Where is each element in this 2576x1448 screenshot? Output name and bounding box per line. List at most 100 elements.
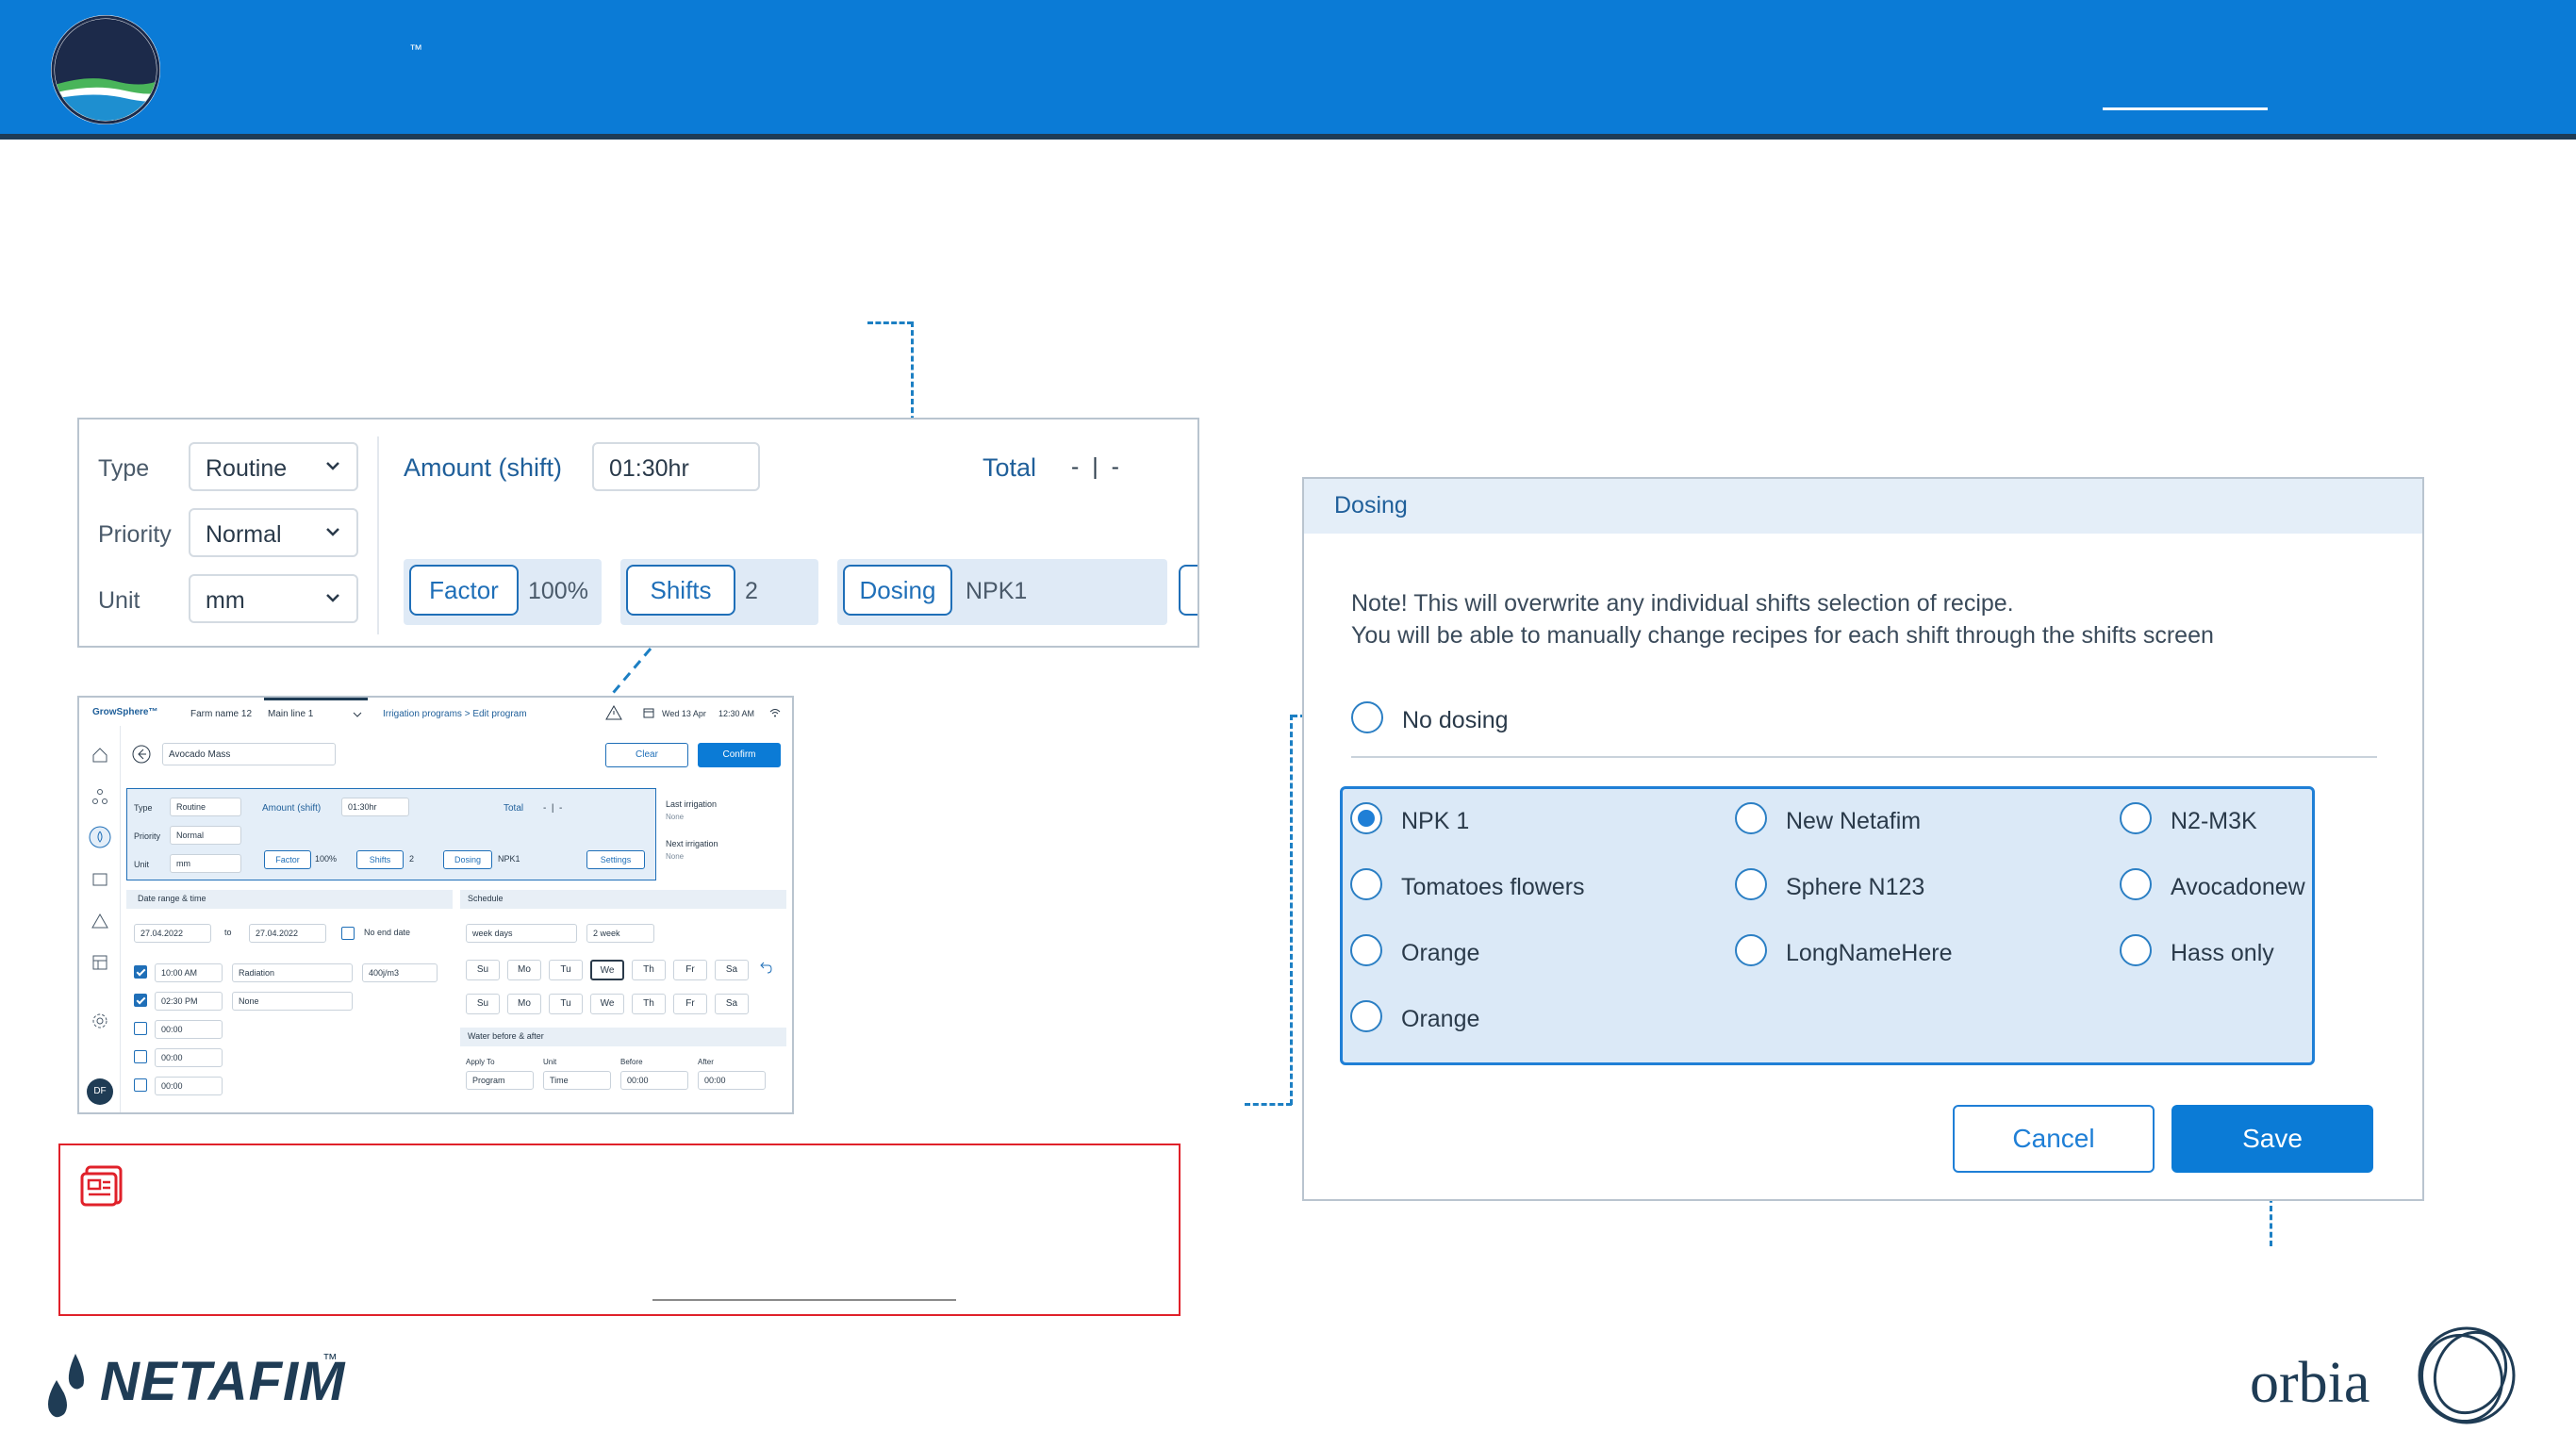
recipe-radio[interactable] (1735, 868, 1767, 900)
recipe-option[interactable]: Orange (1350, 934, 1690, 972)
recipe-option[interactable]: N2-M3K (2120, 802, 2308, 840)
shifts-button[interactable]: Shifts (626, 565, 735, 616)
back-arrow-icon[interactable] (132, 745, 151, 764)
time-checkbox[interactable] (134, 965, 147, 979)
day-toggle[interactable]: Fr (673, 960, 707, 980)
day-toggle[interactable]: Fr (673, 994, 707, 1014)
recipe-option[interactable]: NPK 1 (1350, 802, 1690, 840)
day-toggle[interactable]: Mo (507, 960, 541, 980)
start-date-select[interactable]: 27.04.2022 (134, 924, 211, 943)
unit-select[interactable]: mm (170, 854, 241, 873)
recipe-option[interactable]: Hass only (2120, 934, 2308, 972)
no-dosing-option[interactable]: No dosing (1351, 701, 1634, 739)
day-toggle[interactable]: We (590, 994, 624, 1014)
warning-icon[interactable] (605, 705, 622, 720)
time-input[interactable]: 02:30 PM (155, 992, 223, 1011)
schedule-type-select[interactable]: week days (466, 924, 577, 943)
factor-button[interactable]: Factor (409, 565, 519, 616)
water-unit-label: Unit (543, 1058, 557, 1066)
day-toggle[interactable]: Su (466, 960, 500, 980)
recipe-radio[interactable] (2120, 868, 2152, 900)
recipe-radio[interactable] (1350, 934, 1382, 966)
dosing-button[interactable]: Dosing (843, 565, 952, 616)
day-toggle[interactable]: Tu (549, 994, 583, 1014)
breadcrumb[interactable]: Irrigation programs > Edit program (383, 709, 527, 719)
clear-button[interactable]: Clear (605, 743, 688, 767)
day-toggle[interactable]: Th (632, 960, 666, 980)
cancel-button[interactable]: Cancel (1953, 1105, 2155, 1173)
no-end-date-checkbox[interactable] (341, 927, 355, 940)
time-checkbox[interactable] (134, 1022, 147, 1035)
network-icon[interactable] (91, 788, 108, 805)
day-toggle[interactable]: Su (466, 994, 500, 1014)
note-box (58, 1144, 1181, 1316)
schedule-interval-select[interactable]: 2 week (586, 924, 654, 943)
settings-button[interactable]: Settings (586, 850, 645, 869)
time-input[interactable]: 00:00 (155, 1048, 223, 1067)
end-date-select[interactable]: 27.04.2022 (249, 924, 326, 943)
recipe-option[interactable]: Avocadonew (2120, 868, 2308, 906)
time-input[interactable]: 00:00 (155, 1020, 223, 1039)
priority-select[interactable]: Normal (170, 826, 241, 845)
recipe-radio-selected[interactable] (1350, 802, 1382, 834)
recipe-option[interactable]: Orange (1350, 1000, 1690, 1038)
time-checkbox[interactable] (134, 994, 147, 1007)
avatar[interactable]: DF (87, 1078, 113, 1105)
recipe-option[interactable]: Tomatoes flowers (1350, 868, 1690, 906)
recipe-radio[interactable] (1350, 1000, 1382, 1032)
type-select[interactable]: Routine (189, 442, 358, 491)
header-date: Wed 13 Apr (662, 709, 706, 718)
program-name-input[interactable]: Avocado Mass (162, 743, 336, 765)
farm-name[interactable]: Farm name 12 (190, 709, 252, 719)
day-toggle[interactable]: Th (632, 994, 666, 1014)
gear-icon[interactable] (91, 1012, 108, 1029)
save-button[interactable]: Save (2171, 1105, 2373, 1173)
program-settings-zoom: Type Routine Priority Normal Unit mm Amo… (77, 418, 1199, 648)
recipe-radio[interactable] (1735, 802, 1767, 834)
time-checkbox[interactable] (134, 1050, 147, 1063)
home-icon[interactable] (91, 747, 108, 764)
priority-select[interactable]: Normal (189, 508, 358, 557)
amount-input[interactable]: 01:30hr (341, 798, 409, 816)
day-toggle[interactable]: Mo (507, 994, 541, 1014)
recipe-radio[interactable] (1350, 868, 1382, 900)
apply-to-select[interactable]: Program (466, 1071, 534, 1090)
unit-select[interactable]: mm (189, 574, 358, 623)
recipe-radio[interactable] (2120, 802, 2152, 834)
recipe-option[interactable]: New Netafim (1735, 802, 2074, 840)
day-toggle[interactable]: Sa (715, 960, 749, 980)
dosing-button[interactable]: Dosing (443, 850, 492, 869)
day-toggle[interactable]: Tu (549, 960, 583, 980)
water-unit-select[interactable]: Time (543, 1071, 611, 1090)
undo-icon[interactable] (758, 960, 773, 975)
condition-select[interactable]: None (232, 992, 353, 1011)
recipe-radio[interactable] (2120, 934, 2152, 966)
time-input[interactable]: 00:00 (155, 1077, 223, 1095)
main-line[interactable]: Main line 1 (268, 709, 313, 719)
type-select[interactable]: Routine (170, 798, 241, 816)
condition-amount-input[interactable]: 400j/m3 (362, 963, 438, 982)
condition-select[interactable]: Radiation (232, 963, 353, 982)
irrigation-icon[interactable] (89, 826, 111, 848)
alerts-icon[interactable] (91, 913, 108, 930)
amount-input[interactable]: 01:30hr (592, 442, 760, 491)
shifts-button[interactable]: Shifts (356, 850, 404, 869)
time-input[interactable]: 10:00 AM (155, 963, 223, 982)
day-toggle[interactable]: Sa (715, 994, 749, 1014)
no-dosing-radio[interactable] (1351, 701, 1383, 733)
reports-icon[interactable] (91, 871, 108, 888)
settings-button-partial[interactable] (1179, 565, 1197, 616)
recipe-radio[interactable] (1735, 934, 1767, 966)
factor-button[interactable]: Factor (264, 850, 311, 869)
before-input[interactable]: 00:00 (620, 1071, 688, 1090)
total-value: - | - (1071, 453, 1119, 480)
program-name-value: Avocado Mass (169, 749, 231, 760)
time-checkbox[interactable] (134, 1078, 147, 1092)
table-icon[interactable] (91, 954, 108, 971)
amount-label: Amount (shift) (404, 453, 563, 482)
recipe-option[interactable]: LongNameHere (1735, 934, 2074, 972)
after-input[interactable]: 00:00 (698, 1071, 766, 1090)
day-toggle[interactable]: We (590, 960, 624, 980)
recipe-option[interactable]: Sphere N123 (1735, 868, 2074, 906)
confirm-button[interactable]: Confirm (698, 743, 781, 767)
